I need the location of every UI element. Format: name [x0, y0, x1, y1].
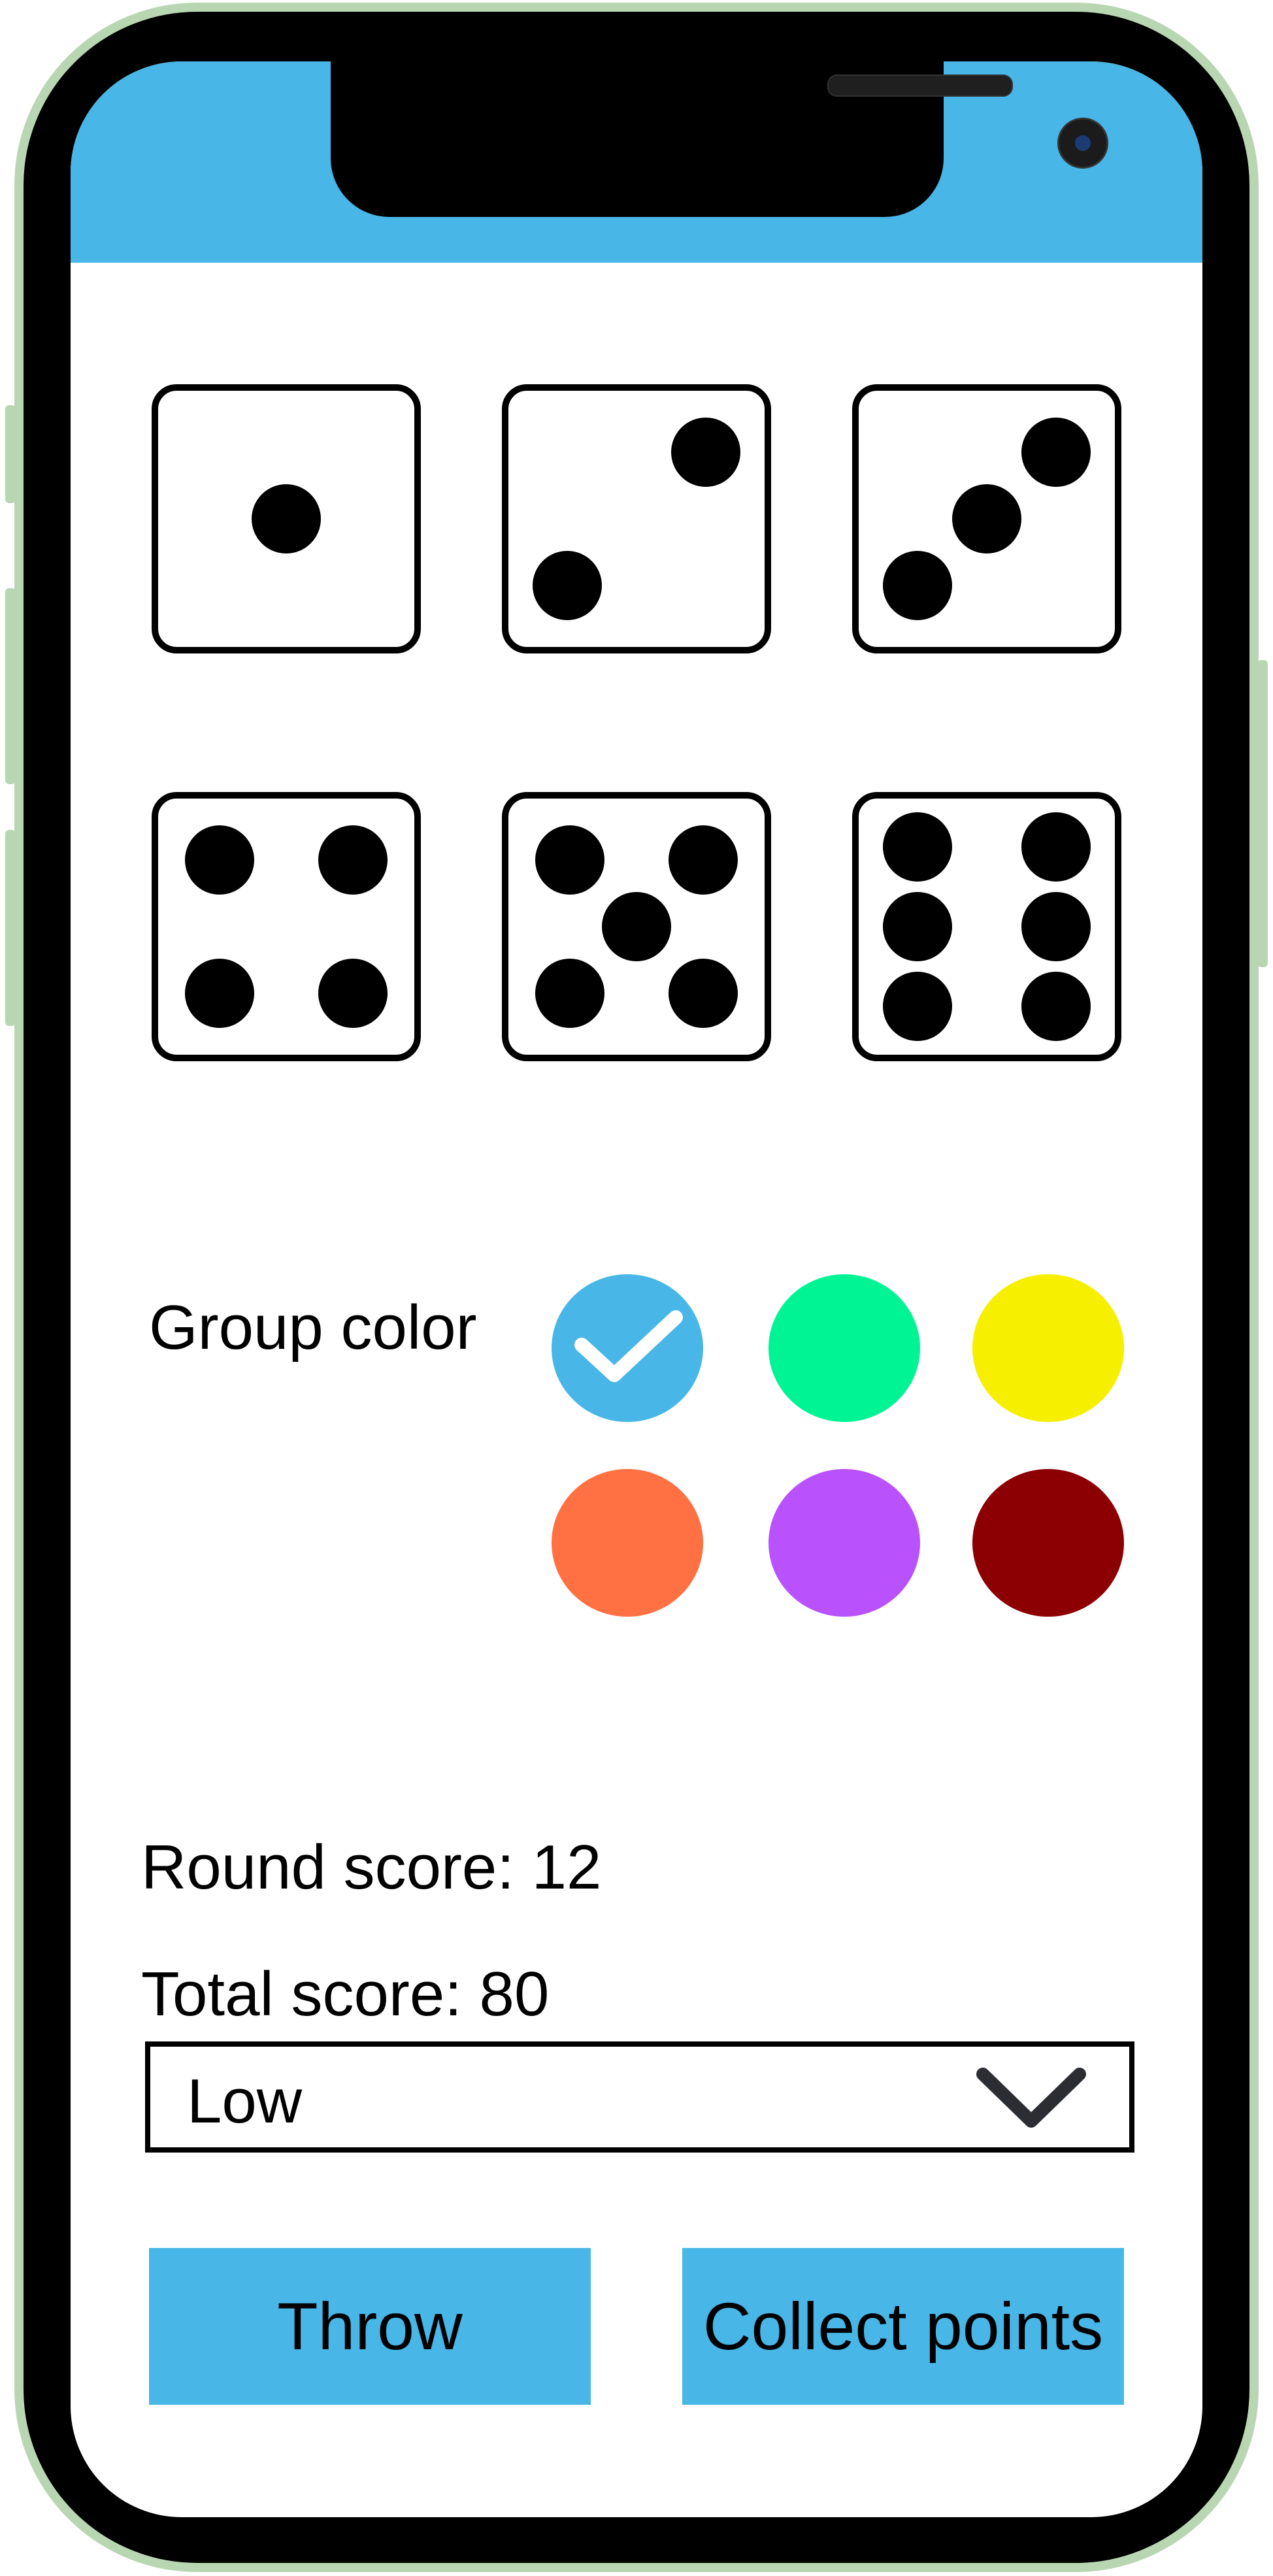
- die-pip: [185, 825, 255, 895]
- collect-points-button[interactable]: Collect points: [682, 2248, 1124, 2405]
- group-color-label: Group color: [149, 1293, 477, 1362]
- color-swatch[interactable]: [972, 1469, 1124, 1617]
- notch: [331, 61, 1108, 217]
- die-pip: [1021, 812, 1091, 882]
- die-5[interactable]: [502, 792, 771, 1061]
- die-pip: [1021, 971, 1091, 1041]
- die-pip: [535, 825, 605, 895]
- die-pip: [670, 418, 740, 487]
- die-pip: [883, 892, 953, 961]
- die-pip: [952, 484, 1021, 553]
- total-score: Total score: 80: [141, 1959, 550, 2029]
- die-pip: [535, 958, 605, 1028]
- color-swatch[interactable]: [769, 1469, 920, 1617]
- die-6[interactable]: [852, 792, 1121, 1061]
- die-pip: [533, 550, 603, 620]
- die-3[interactable]: [852, 384, 1121, 653]
- color-swatch[interactable]: [769, 1274, 920, 1422]
- dropdown-selected-value: Low: [187, 2066, 303, 2136]
- color-swatch[interactable]: [552, 1274, 703, 1422]
- checkmark-icon: [574, 1310, 683, 1382]
- screen: Group color Round score: 12 Total score:…: [71, 61, 1202, 2517]
- color-swatch[interactable]: [552, 1469, 703, 1617]
- side-button: [5, 405, 16, 503]
- die-pip: [1021, 892, 1091, 961]
- die-1[interactable]: [152, 384, 421, 653]
- die-pip: [668, 825, 738, 895]
- die-pip: [1021, 418, 1091, 487]
- color-swatch[interactable]: [972, 1274, 1124, 1422]
- die-pip: [668, 958, 738, 1028]
- side-button: [5, 830, 16, 1026]
- die-4[interactable]: [152, 792, 421, 1061]
- difficulty-dropdown[interactable]: Low: [145, 2041, 1134, 2153]
- die-pip: [318, 958, 388, 1028]
- chevron-down-icon[interactable]: [972, 2064, 1090, 2136]
- side-button: [5, 588, 16, 784]
- camera-icon: [1057, 118, 1108, 169]
- die-pip: [883, 812, 953, 882]
- die-pip: [252, 484, 321, 553]
- die-pip: [883, 971, 953, 1041]
- die-pip: [602, 892, 671, 961]
- die-2[interactable]: [502, 384, 771, 653]
- die-pip: [185, 958, 255, 1028]
- speaker-grille: [827, 74, 1013, 97]
- die-pip: [318, 825, 388, 895]
- die-pip: [883, 550, 953, 620]
- side-button: [1257, 660, 1268, 967]
- round-score: Round score: 12: [141, 1832, 602, 1902]
- throw-button[interactable]: Throw: [149, 2248, 591, 2405]
